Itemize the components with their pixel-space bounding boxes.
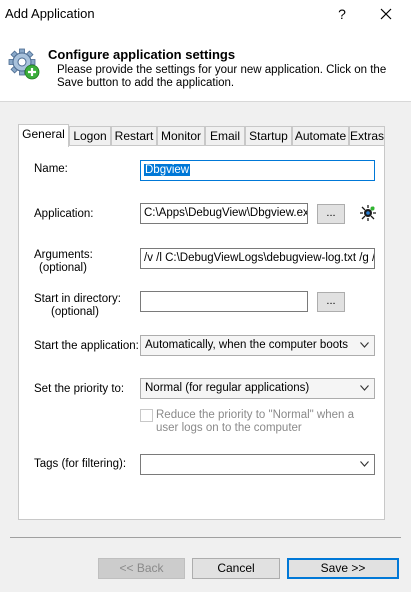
header-description: Please provide the settings for your new…	[57, 64, 387, 89]
tab-restart[interactable]: Restart	[111, 126, 157, 146]
application-input[interactable]: C:\Apps\DebugView\Dbgview.exe	[140, 203, 308, 224]
tab-email[interactable]: Email	[205, 126, 245, 146]
tags-label: Tags (for filtering):	[34, 458, 127, 470]
tags-dropdown[interactable]	[140, 454, 375, 475]
application-label: Application:	[34, 208, 94, 220]
start-application-dropdown[interactable]: Automatically, when the computer boots	[140, 335, 375, 356]
title-bar: Add Application ?	[0, 0, 411, 30]
footer-separator	[10, 537, 401, 538]
window-title: Add Application	[5, 6, 95, 21]
chevron-down-icon	[360, 385, 369, 391]
reduce-priority-label: Reduce the priority to "Normal" when a u…	[156, 409, 355, 434]
general-tab-panel: Name: Dbgview Application: C:\Apps\Debug…	[18, 145, 385, 520]
gear-add-icon	[8, 48, 40, 80]
application-browse-button[interactable]: ...	[317, 204, 345, 224]
cancel-button[interactable]: Cancel	[192, 558, 280, 579]
name-input[interactable]: Dbgview	[140, 160, 375, 181]
save-button[interactable]: Save >>	[287, 558, 399, 579]
tab-startup[interactable]: Startup	[245, 126, 292, 146]
priority-dropdown[interactable]: Normal (for regular applications)	[140, 378, 375, 399]
back-button[interactable]: << Back	[98, 558, 185, 579]
tab-automate[interactable]: Automate	[292, 126, 349, 146]
start-directory-input[interactable]	[140, 291, 308, 312]
priority-value: Normal (for regular applications)	[145, 382, 310, 394]
arguments-optional-label: (optional)	[39, 262, 87, 274]
arguments-input[interactable]: /v /l C:\DebugViewLogs\debugview-log.txt…	[140, 248, 375, 269]
chevron-down-icon	[360, 461, 369, 467]
dialog-header: Configure application settings Please pr…	[0, 30, 411, 102]
bug-finder-icon[interactable]	[359, 204, 377, 222]
name-input-value: Dbgview	[144, 164, 191, 176]
reduce-priority-checkbox[interactable]	[140, 409, 153, 422]
tab-monitor[interactable]: Monitor	[157, 126, 205, 146]
start-directory-optional-label: (optional)	[51, 306, 99, 318]
arguments-label: Arguments:	[34, 249, 93, 261]
start-directory-browse-button[interactable]: ...	[317, 292, 345, 312]
priority-label: Set the priority to:	[34, 383, 125, 395]
close-button[interactable]	[372, 2, 400, 26]
tab-logon[interactable]: Logon	[69, 126, 111, 146]
start-application-value: Automatically, when the computer boots	[145, 339, 349, 351]
help-button[interactable]: ?	[330, 2, 354, 26]
chevron-down-icon	[360, 342, 369, 348]
start-directory-label: Start in directory:	[34, 293, 121, 305]
start-application-label: Start the application:	[34, 340, 139, 352]
header-title: Configure application settings	[48, 47, 236, 62]
close-icon	[380, 8, 392, 20]
tab-extras[interactable]: Extras	[349, 126, 385, 146]
name-label: Name:	[34, 163, 68, 175]
tab-general[interactable]: General	[18, 124, 69, 147]
